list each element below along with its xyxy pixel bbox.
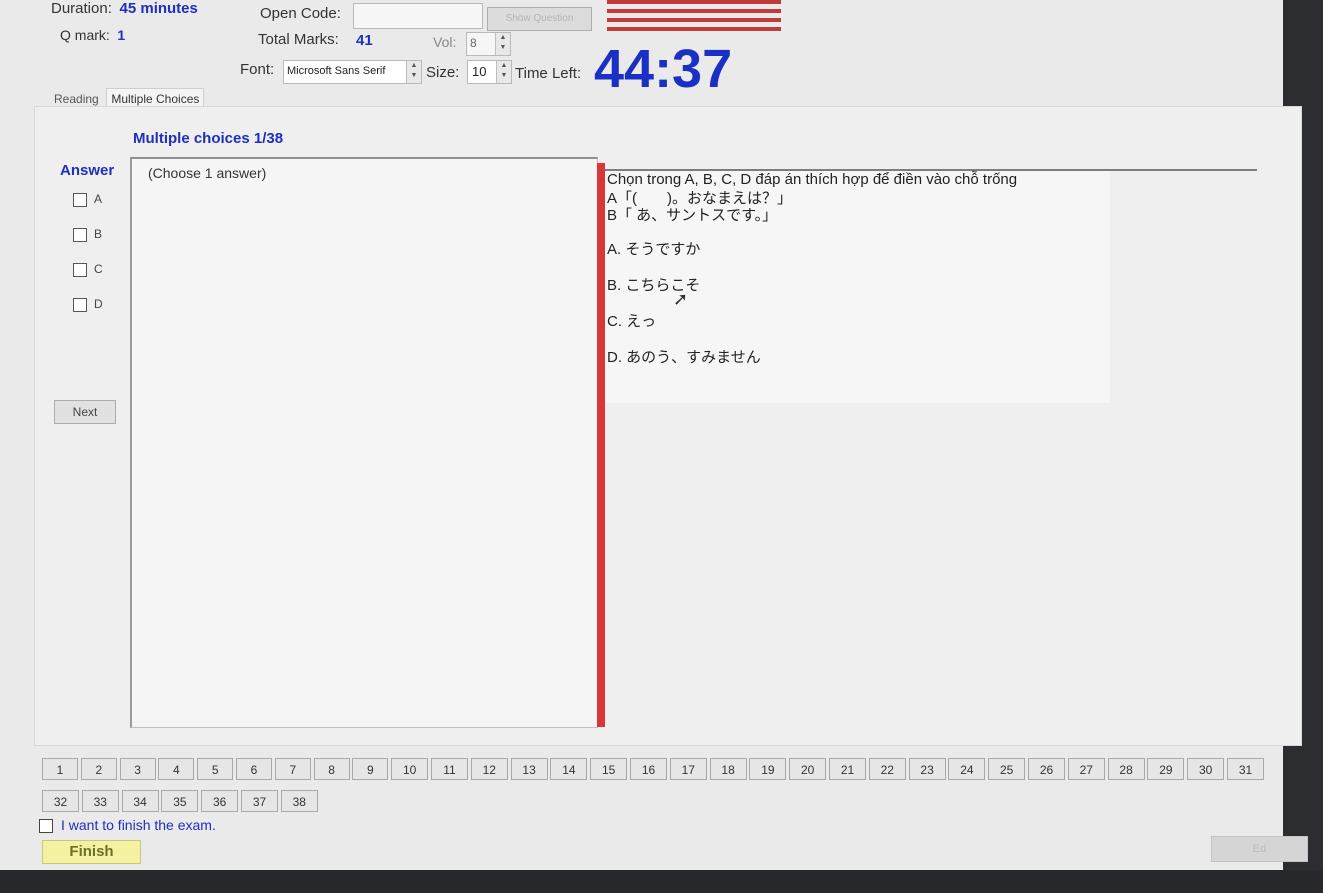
question-nav-button[interactable]: 18 — [709, 758, 747, 780]
choice-c: C. えっ — [607, 313, 657, 330]
question-nav-button[interactable]: 32 — [42, 790, 79, 812]
question-nav-button[interactable]: 27 — [1067, 758, 1105, 780]
question-nav-button[interactable]: 2 — [80, 758, 117, 780]
flag-icon — [607, 0, 781, 34]
finish-exam-option[interactable]: I want to finish the exam. — [39, 817, 216, 834]
question-nav-button[interactable]: 1 — [42, 758, 78, 780]
qmark-info: Q mark: 1 — [60, 27, 126, 43]
question-nav-button[interactable]: 19 — [749, 758, 787, 780]
question-nav-button[interactable]: 37 — [241, 790, 278, 812]
question-nav-button[interactable]: 33 — [81, 790, 119, 812]
vol-label: Vol: — [433, 34, 457, 50]
question-nav-button[interactable]: 29 — [1147, 758, 1185, 780]
question-nav-button[interactable]: 13 — [510, 758, 548, 780]
question-title: Multiple choices 1/38 — [133, 130, 284, 147]
question-nav-button[interactable]: 34 — [121, 790, 159, 812]
monitor-bezel-bottom — [0, 870, 1323, 893]
question-nav-button[interactable]: 31 — [1227, 758, 1264, 780]
vol-spin-icon[interactable]: ▲ ▼ — [495, 33, 510, 55]
question-nav-button[interactable]: 17 — [669, 758, 707, 780]
size-label: Size: — [426, 64, 460, 81]
choose-hint: (Choose 1 answer) — [148, 165, 267, 181]
show-question-button[interactable]: Show Question — [487, 7, 592, 31]
question-nav-button[interactable]: 14 — [550, 758, 588, 780]
question-nav-button[interactable]: 12 — [470, 758, 508, 780]
open-code-input[interactable] — [353, 3, 483, 29]
timer: 44:37 — [594, 39, 733, 99]
size-spin-icon[interactable]: ▲ ▼ — [496, 61, 511, 83]
next-button[interactable]: Next — [54, 400, 116, 424]
question-nav-button[interactable]: 35 — [161, 790, 199, 812]
total-marks-label: Total Marks: — [258, 31, 339, 48]
question-instruction: Chọn trong A, B, C, D đáp án thích hợp đ… — [607, 171, 1018, 188]
question-nav-button[interactable]: 20 — [789, 758, 827, 780]
question-nav-button[interactable]: 6 — [236, 758, 272, 780]
question-nav-button[interactable]: 10 — [391, 758, 429, 780]
vol-stepper[interactable]: 8 ▲ ▼ — [466, 32, 511, 56]
question-text-pane: Chọn trong A, B, C, D đáp án thích hợp đ… — [605, 171, 1110, 403]
question-nav-button[interactable]: 26 — [1028, 758, 1065, 780]
answer-label: Answer — [60, 162, 115, 179]
font-select[interactable]: Microsoft Sans Serif ▲ ▼ — [283, 60, 422, 84]
mouse-cursor-icon: ➚ — [673, 289, 689, 309]
checkbox-icon[interactable] — [73, 297, 87, 312]
end-button[interactable]: Ed — [1211, 836, 1308, 862]
answer-option-d[interactable]: D — [73, 297, 103, 312]
finish-button[interactable]: Finish — [42, 840, 141, 864]
question-nav-button[interactable]: 15 — [590, 758, 628, 780]
answer-hint-pane: (Choose 1 answer) — [130, 157, 598, 728]
duration-info: Duration: 45 minutes — [51, 0, 198, 17]
question-nav-button[interactable]: 7 — [274, 758, 311, 780]
answer-option-c[interactable]: C — [73, 262, 103, 277]
answer-option-b[interactable]: B — [73, 227, 102, 242]
question-nav-button[interactable]: 9 — [352, 758, 389, 780]
question-nav-button[interactable]: 28 — [1107, 758, 1145, 780]
question-nav-button[interactable]: 16 — [630, 758, 667, 780]
dialogue-line-b: B「 あ、サントスです。」 — [607, 207, 778, 224]
question-nav-button[interactable]: 25 — [988, 758, 1026, 780]
checkbox-icon[interactable] — [73, 262, 87, 277]
finish-checkbox-icon[interactable] — [39, 819, 53, 834]
total-marks-value: 41 — [356, 32, 373, 49]
checkbox-icon[interactable] — [73, 192, 87, 207]
question-nav-button[interactable]: 36 — [201, 790, 239, 812]
question-nav-button[interactable]: 21 — [829, 758, 866, 780]
pane-divider[interactable] — [597, 163, 605, 727]
question-nav-button[interactable]: 11 — [431, 758, 468, 780]
answer-option-a[interactable]: A — [73, 192, 102, 207]
question-nav-button[interactable]: 8 — [313, 758, 350, 780]
question-nav-button[interactable]: 30 — [1187, 758, 1225, 780]
question-nav-button[interactable]: 38 — [280, 790, 318, 812]
size-stepper[interactable]: 10 ▲ ▼ — [467, 60, 512, 84]
question-nav-button[interactable]: 3 — [119, 758, 156, 780]
question-nav-button[interactable]: 5 — [197, 758, 234, 780]
question-nav-button[interactable]: 23 — [908, 758, 946, 780]
open-code-label: Open Code: — [260, 5, 341, 22]
checkbox-icon[interactable] — [73, 227, 87, 242]
font-label: Font: — [240, 61, 275, 78]
duration-value: 45 minutes — [119, 0, 198, 17]
question-nav-button[interactable]: 24 — [948, 758, 986, 780]
question-nav-button[interactable]: 4 — [158, 758, 195, 780]
choice-a: A. そうですか — [607, 241, 701, 258]
time-left-label: Time Left: — [515, 65, 582, 82]
font-spin-icon[interactable]: ▲ ▼ — [406, 61, 421, 83]
qmark-value: 1 — [117, 27, 126, 43]
choice-d: D. あのう、すみません — [607, 349, 761, 366]
question-nav-button[interactable]: 22 — [868, 758, 906, 780]
